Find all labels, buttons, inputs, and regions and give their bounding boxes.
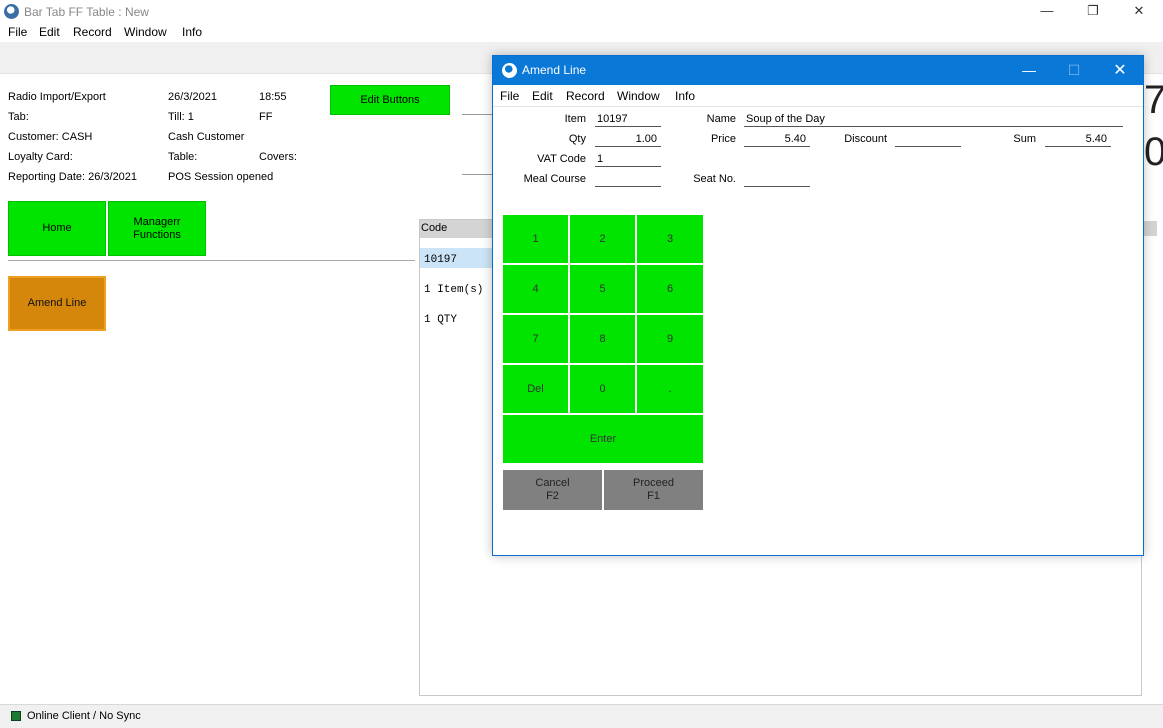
- name-field[interactable]: Soup of the Day: [744, 113, 1123, 127]
- sync-status-icon: [11, 711, 21, 721]
- list-row-qty[interactable]: 1 QTY: [424, 314, 457, 326]
- button-divider: [8, 260, 415, 261]
- pos-session-status: POS Session opened: [168, 171, 274, 183]
- minimize-button[interactable]: —: [1024, 0, 1070, 24]
- restore-button[interactable]: ❐: [1070, 0, 1116, 24]
- total-display-fragment: 0: [1144, 130, 1163, 174]
- keypad-enter-button[interactable]: Enter: [503, 415, 703, 463]
- price-field[interactable]: 5.40: [744, 133, 810, 147]
- time-value: 18:55: [259, 91, 287, 103]
- dialog-menu-divider: [493, 106, 1143, 107]
- amend-line-button[interactable]: Amend Line: [8, 276, 106, 331]
- loyalty-card-label: Loyalty Card:: [8, 151, 73, 163]
- price-label: Price: [710, 133, 736, 145]
- seat-no-label: Seat No.: [693, 173, 736, 185]
- keypad-1-button[interactable]: 1: [503, 215, 568, 263]
- discount-field[interactable]: [895, 133, 961, 147]
- dialog-menu-edit[interactable]: Edit: [532, 89, 553, 103]
- vat-code-field[interactable]: 1: [595, 153, 661, 167]
- status-text: Online Client / No Sync: [27, 710, 141, 722]
- menu-edit[interactable]: Edit: [39, 25, 60, 39]
- keypad-4-button[interactable]: 4: [503, 265, 568, 313]
- separator-line: [462, 114, 494, 115]
- item-field[interactable]: 10197: [595, 113, 661, 127]
- separator-line: [462, 174, 494, 175]
- dialog-minimize-button[interactable]: —: [1009, 56, 1049, 85]
- covers-label: Covers:: [259, 151, 297, 163]
- proceed-button[interactable]: Proceed F1: [604, 470, 703, 510]
- app-logo-icon: [502, 63, 517, 78]
- reporting-date-value: Reporting Date: 26/3/2021: [8, 171, 138, 183]
- keypad-2-button[interactable]: 2: [570, 215, 635, 263]
- vat-code-label: VAT Code: [537, 153, 586, 165]
- item-label: Item: [564, 113, 586, 125]
- keypad-7-button[interactable]: 7: [503, 315, 568, 363]
- keypad-9-button[interactable]: 9: [637, 315, 703, 363]
- sum-field[interactable]: 5.40: [1045, 133, 1111, 147]
- keypad-6-button[interactable]: 6: [637, 265, 703, 313]
- customer-value: Customer: CASH: [8, 131, 93, 143]
- list-header-edge: [1143, 221, 1157, 236]
- menu-window[interactable]: Window: [124, 25, 167, 39]
- app-logo-icon: [4, 4, 19, 19]
- total-display-fragment: 7: [1144, 78, 1163, 122]
- name-label: Name: [706, 113, 736, 125]
- dialog-title-bar: Amend Line — ☐ ✕: [493, 56, 1143, 85]
- tab-label: Tab:: [8, 111, 29, 123]
- manager-functions-button[interactable]: Managerr Functions: [108, 201, 206, 256]
- date-value: 26/3/2021: [168, 91, 217, 103]
- dialog-menu-window[interactable]: Window: [617, 89, 660, 103]
- cancel-button[interactable]: Cancel F2: [503, 470, 602, 510]
- dialog-menu-info[interactable]: Info: [675, 89, 695, 103]
- meal-course-label: Meal Course: [523, 173, 586, 185]
- code-column-header: Code: [421, 222, 448, 234]
- dialog-menu-record[interactable]: Record: [566, 89, 605, 103]
- keypad-3-button[interactable]: 3: [637, 215, 703, 263]
- close-button[interactable]: ✕: [1116, 0, 1162, 24]
- status-bar: Online Client / No Sync: [0, 704, 1163, 728]
- keypad-8-button[interactable]: 8: [570, 315, 635, 363]
- menu-file[interactable]: File: [8, 25, 27, 39]
- dialog-menu-file[interactable]: File: [500, 89, 519, 103]
- menu-info[interactable]: Info: [182, 25, 202, 39]
- customer-name-value: Cash Customer: [168, 131, 245, 143]
- dialog-maximize-button[interactable]: ☐: [1054, 56, 1094, 85]
- table-label: Table:: [168, 151, 198, 163]
- sum-label: Sum: [1013, 133, 1036, 145]
- edit-buttons-button[interactable]: Edit Buttons: [330, 85, 450, 115]
- radio-import-export-label: Radio Import/Export: [8, 91, 106, 103]
- amend-line-dialog: Amend Line — ☐ ✕ File Edit Record Window…: [492, 55, 1144, 556]
- keypad-5-button[interactable]: 5: [570, 265, 635, 313]
- dialog-title: Amend Line: [522, 63, 587, 77]
- keypad-delete-button[interactable]: Del: [503, 365, 568, 413]
- menu-bar: File Edit Record Window Info: [0, 24, 1163, 42]
- dialog-close-button[interactable]: ✕: [1100, 56, 1140, 85]
- qty-field[interactable]: 1.00: [595, 133, 661, 147]
- till-value: Till: 1: [168, 111, 194, 123]
- qty-label: Qty: [568, 133, 586, 145]
- discount-label: Discount: [844, 133, 887, 145]
- keypad-0-button[interactable]: 0: [570, 365, 635, 413]
- meal-course-field[interactable]: [595, 173, 661, 187]
- list-row-code[interactable]: 10197: [424, 254, 457, 266]
- seat-no-field[interactable]: [744, 173, 810, 187]
- window-title: Bar Tab FF Table : New: [24, 5, 149, 19]
- menu-record[interactable]: Record: [73, 25, 112, 39]
- list-row-items[interactable]: 1 Item(s): [424, 284, 483, 296]
- till-code-value: FF: [259, 111, 273, 123]
- keypad-decimal-button[interactable]: .: [637, 365, 703, 413]
- home-button[interactable]: Home: [8, 201, 106, 256]
- title-bar: Bar Tab FF Table : New — ❐ ✕: [0, 0, 1163, 24]
